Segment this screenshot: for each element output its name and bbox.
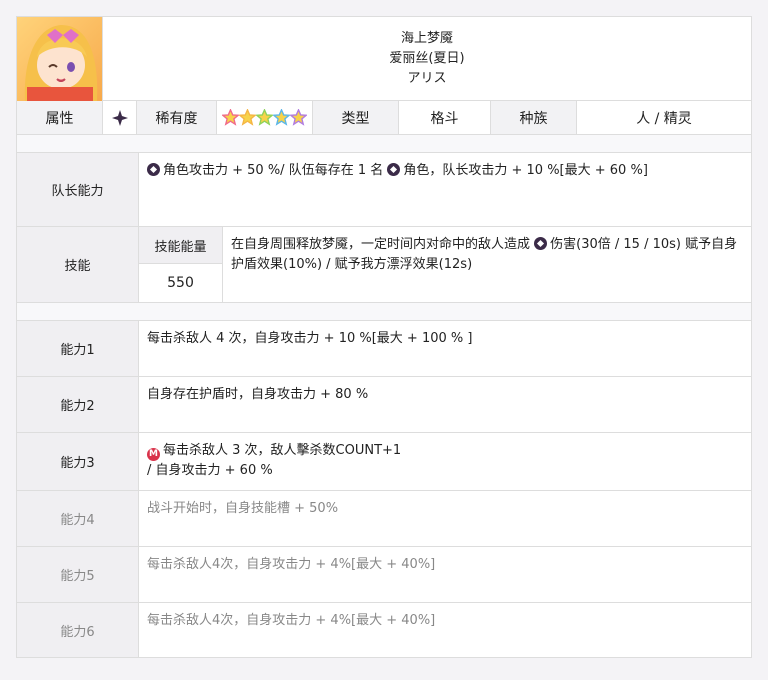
ability-label: 能力1 bbox=[17, 321, 139, 376]
ability-line2: / 自身攻击力 + 60 % bbox=[147, 463, 273, 478]
character-name-jp: アリス bbox=[407, 70, 447, 86]
dark-element-icon bbox=[147, 163, 160, 176]
character-portrait bbox=[17, 17, 103, 101]
character-name: 爱丽丝(夏日) bbox=[389, 50, 465, 66]
dark-element-icon bbox=[387, 163, 401, 176]
section-divider bbox=[16, 302, 752, 320]
ability-text: 自身存在护盾时，自身攻击力 + 80 % bbox=[139, 377, 751, 432]
skill-energy: 技能能量 550 bbox=[139, 227, 223, 302]
skill-label: 技能 bbox=[17, 227, 139, 302]
ability-label: 能力5 bbox=[17, 547, 139, 602]
rarity-label: 稀有度 bbox=[137, 101, 217, 134]
ability-label: 能力3 bbox=[17, 433, 139, 490]
card-header: 海上梦魇 爱丽丝(夏日) アリス bbox=[16, 16, 752, 101]
ability-line1: 每击杀敌人 3 次，敌人擊杀数COUNT+1 bbox=[163, 443, 402, 458]
skill-energy-label: 技能能量 bbox=[139, 227, 222, 264]
ability-row: 能力3 M 每击杀敌人 3 次，敌人擊杀数COUNT+1 / 自身攻击力 + 60… bbox=[16, 432, 752, 490]
skill-row: 技能 技能能量 550 在自身周围释放梦魇，一定时间内对命中的敌人造成 伤害(3… bbox=[16, 226, 752, 302]
type-label: 类型 bbox=[313, 101, 399, 134]
attribute-label: 属性 bbox=[17, 101, 103, 134]
character-title: 海上梦魇 bbox=[400, 30, 453, 46]
rarity-star-icon bbox=[273, 109, 290, 126]
race-value: 人 / 精灵 bbox=[577, 101, 751, 134]
ability-row: 能力1 每击杀敌人 4 次，自身攻击力 + 10 %[最大 + 100 % ] bbox=[16, 320, 752, 376]
race-label: 种族 bbox=[491, 101, 577, 134]
ability-row: 能力5 每击杀敌人4次，自身攻击力 + 4%[最大 + 40%] bbox=[16, 546, 752, 602]
character-card: 海上梦魇 爱丽丝(夏日) アリス 属性 稀有度 类型 格斗 种族 人 / 精灵 … bbox=[16, 16, 752, 658]
ability-text: M 每击杀敌人 3 次，敌人擊杀数COUNT+1 / 自身攻击力 + 60 % bbox=[139, 433, 751, 490]
rarity-stars bbox=[217, 101, 313, 134]
ability-label: 能力4 bbox=[17, 491, 139, 546]
dark-element-icon bbox=[534, 237, 548, 250]
leader-text-a: 角色攻击力 + 50 %/ 队伍每存在 1 名 bbox=[163, 163, 384, 178]
skill-energy-value: 550 bbox=[167, 275, 194, 291]
rarity-star-icon bbox=[290, 109, 307, 126]
rarity-star-icon bbox=[222, 109, 239, 126]
character-names: 海上梦魇 爱丽丝(夏日) アリス bbox=[103, 17, 751, 100]
dark-element-icon bbox=[103, 101, 137, 134]
skill-text-a: 在自身周围释放梦魇，一定时间内对命中的敌人造成 bbox=[231, 237, 531, 252]
rarity-star-icon bbox=[239, 109, 256, 126]
skill-description: 在自身周围释放梦魇，一定时间内对命中的敌人造成 伤害(30倍 / 15 / 10… bbox=[223, 227, 751, 302]
leader-ability-text: 角色攻击力 + 50 %/ 队伍每存在 1 名 角色，队长攻击力 + 10 %[… bbox=[139, 153, 751, 226]
attribute-row: 属性 稀有度 类型 格斗 种族 人 / 精灵 bbox=[16, 100, 752, 134]
ability-text: 每击杀敌人4次，自身攻击力 + 4%[最大 + 40%] bbox=[139, 547, 751, 602]
ability-text: 每击杀敌人 4 次，自身攻击力 + 10 %[最大 + 100 % ] bbox=[139, 321, 751, 376]
ability-row: 能力6 每击杀敌人4次，自身攻击力 + 4%[最大 + 40%] bbox=[16, 602, 752, 658]
section-divider bbox=[16, 134, 752, 152]
leader-ability-label: 队长能力 bbox=[17, 153, 139, 226]
ability-row: 能力4 战斗开始时，自身技能槽 + 50% bbox=[16, 490, 752, 546]
rarity-star-icon bbox=[256, 109, 273, 126]
leader-text-b: 角色，队长攻击力 + 10 %[最大 + 60 %] bbox=[403, 163, 648, 178]
ability-text: 战斗开始时，自身技能槽 + 50% bbox=[139, 491, 751, 546]
ability-label: 能力2 bbox=[17, 377, 139, 432]
leader-ability-row: 队长能力 角色攻击力 + 50 %/ 队伍每存在 1 名 角色，队长攻击力 + … bbox=[16, 152, 752, 226]
ability-row: 能力2 自身存在护盾时，自身攻击力 + 80 % bbox=[16, 376, 752, 432]
m-badge-icon: M bbox=[147, 447, 160, 461]
ability-text: 每击杀敌人4次，自身攻击力 + 4%[最大 + 40%] bbox=[139, 603, 751, 657]
type-value: 格斗 bbox=[399, 101, 491, 134]
ability-label: 能力6 bbox=[17, 603, 139, 657]
